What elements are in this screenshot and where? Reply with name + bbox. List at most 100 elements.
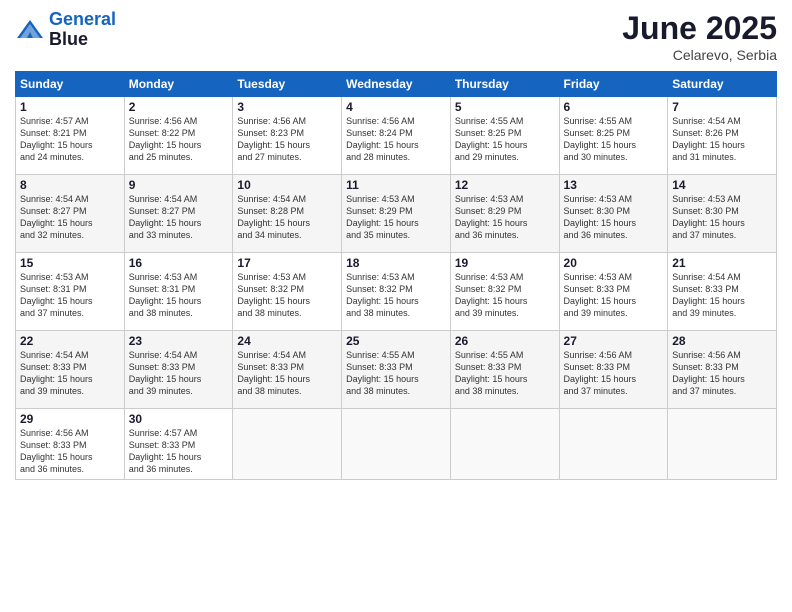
day-number: 9 bbox=[129, 178, 229, 192]
day-info: Sunrise: 4:56 AM Sunset: 8:33 PM Dayligh… bbox=[672, 349, 772, 398]
day-info: Sunrise: 4:56 AM Sunset: 8:23 PM Dayligh… bbox=[237, 115, 337, 164]
day-info: Sunrise: 4:53 AM Sunset: 8:30 PM Dayligh… bbox=[564, 193, 664, 242]
day-number: 1 bbox=[20, 100, 120, 114]
table-row: 18Sunrise: 4:53 AM Sunset: 8:32 PM Dayli… bbox=[342, 253, 451, 331]
title-block: June 2025 Celarevo, Serbia bbox=[622, 10, 777, 63]
table-row bbox=[233, 409, 342, 480]
month-title: June 2025 bbox=[622, 10, 777, 47]
day-number: 5 bbox=[455, 100, 555, 114]
day-number: 26 bbox=[455, 334, 555, 348]
day-number: 19 bbox=[455, 256, 555, 270]
day-number: 30 bbox=[129, 412, 229, 426]
col-sunday: Sunday bbox=[16, 72, 125, 97]
day-info: Sunrise: 4:53 AM Sunset: 8:32 PM Dayligh… bbox=[455, 271, 555, 320]
table-row: 28Sunrise: 4:56 AM Sunset: 8:33 PM Dayli… bbox=[668, 331, 777, 409]
day-number: 25 bbox=[346, 334, 446, 348]
table-row: 7Sunrise: 4:54 AM Sunset: 8:26 PM Daylig… bbox=[668, 97, 777, 175]
table-row bbox=[559, 409, 668, 480]
table-row: 26Sunrise: 4:55 AM Sunset: 8:33 PM Dayli… bbox=[450, 331, 559, 409]
table-row: 15Sunrise: 4:53 AM Sunset: 8:31 PM Dayli… bbox=[16, 253, 125, 331]
day-info: Sunrise: 4:53 AM Sunset: 8:30 PM Dayligh… bbox=[672, 193, 772, 242]
table-row: 29Sunrise: 4:56 AM Sunset: 8:33 PM Dayli… bbox=[16, 409, 125, 480]
table-row: 20Sunrise: 4:53 AM Sunset: 8:33 PM Dayli… bbox=[559, 253, 668, 331]
table-row: 19Sunrise: 4:53 AM Sunset: 8:32 PM Dayli… bbox=[450, 253, 559, 331]
table-row: 21Sunrise: 4:54 AM Sunset: 8:33 PM Dayli… bbox=[668, 253, 777, 331]
day-info: Sunrise: 4:56 AM Sunset: 8:33 PM Dayligh… bbox=[20, 427, 120, 476]
col-monday: Monday bbox=[124, 72, 233, 97]
table-row: 12Sunrise: 4:53 AM Sunset: 8:29 PM Dayli… bbox=[450, 175, 559, 253]
table-row: 14Sunrise: 4:53 AM Sunset: 8:30 PM Dayli… bbox=[668, 175, 777, 253]
logo-icon bbox=[15, 18, 45, 42]
day-info: Sunrise: 4:53 AM Sunset: 8:31 PM Dayligh… bbox=[129, 271, 229, 320]
calendar-header-row: Sunday Monday Tuesday Wednesday Thursday… bbox=[16, 72, 777, 97]
table-row: 30Sunrise: 4:57 AM Sunset: 8:33 PM Dayli… bbox=[124, 409, 233, 480]
day-number: 24 bbox=[237, 334, 337, 348]
day-number: 28 bbox=[672, 334, 772, 348]
header: General Blue June 2025 Celarevo, Serbia bbox=[15, 10, 777, 63]
col-thursday: Thursday bbox=[450, 72, 559, 97]
day-info: Sunrise: 4:53 AM Sunset: 8:33 PM Dayligh… bbox=[564, 271, 664, 320]
day-number: 2 bbox=[129, 100, 229, 114]
day-info: Sunrise: 4:53 AM Sunset: 8:32 PM Dayligh… bbox=[237, 271, 337, 320]
col-wednesday: Wednesday bbox=[342, 72, 451, 97]
day-number: 17 bbox=[237, 256, 337, 270]
table-row: 13Sunrise: 4:53 AM Sunset: 8:30 PM Dayli… bbox=[559, 175, 668, 253]
table-row: 23Sunrise: 4:54 AM Sunset: 8:33 PM Dayli… bbox=[124, 331, 233, 409]
col-saturday: Saturday bbox=[668, 72, 777, 97]
day-info: Sunrise: 4:55 AM Sunset: 8:25 PM Dayligh… bbox=[455, 115, 555, 164]
day-number: 12 bbox=[455, 178, 555, 192]
logo-text: General Blue bbox=[49, 10, 116, 50]
day-info: Sunrise: 4:55 AM Sunset: 8:25 PM Dayligh… bbox=[564, 115, 664, 164]
day-number: 14 bbox=[672, 178, 772, 192]
table-row: 24Sunrise: 4:54 AM Sunset: 8:33 PM Dayli… bbox=[233, 331, 342, 409]
day-info: Sunrise: 4:54 AM Sunset: 8:27 PM Dayligh… bbox=[20, 193, 120, 242]
day-number: 23 bbox=[129, 334, 229, 348]
day-number: 6 bbox=[564, 100, 664, 114]
day-info: Sunrise: 4:56 AM Sunset: 8:33 PM Dayligh… bbox=[564, 349, 664, 398]
day-info: Sunrise: 4:54 AM Sunset: 8:26 PM Dayligh… bbox=[672, 115, 772, 164]
day-info: Sunrise: 4:55 AM Sunset: 8:33 PM Dayligh… bbox=[455, 349, 555, 398]
day-info: Sunrise: 4:53 AM Sunset: 8:29 PM Dayligh… bbox=[455, 193, 555, 242]
logo-line2: Blue bbox=[49, 30, 116, 50]
table-row: 6Sunrise: 4:55 AM Sunset: 8:25 PM Daylig… bbox=[559, 97, 668, 175]
col-tuesday: Tuesday bbox=[233, 72, 342, 97]
day-number: 15 bbox=[20, 256, 120, 270]
day-number: 21 bbox=[672, 256, 772, 270]
day-info: Sunrise: 4:54 AM Sunset: 8:33 PM Dayligh… bbox=[237, 349, 337, 398]
day-info: Sunrise: 4:54 AM Sunset: 8:27 PM Dayligh… bbox=[129, 193, 229, 242]
table-row bbox=[450, 409, 559, 480]
table-row: 3Sunrise: 4:56 AM Sunset: 8:23 PM Daylig… bbox=[233, 97, 342, 175]
day-number: 7 bbox=[672, 100, 772, 114]
page: General Blue June 2025 Celarevo, Serbia … bbox=[0, 0, 792, 612]
day-number: 13 bbox=[564, 178, 664, 192]
day-number: 11 bbox=[346, 178, 446, 192]
day-info: Sunrise: 4:57 AM Sunset: 8:21 PM Dayligh… bbox=[20, 115, 120, 164]
logo-line1: General bbox=[49, 9, 116, 29]
day-number: 3 bbox=[237, 100, 337, 114]
day-info: Sunrise: 4:54 AM Sunset: 8:33 PM Dayligh… bbox=[20, 349, 120, 398]
day-info: Sunrise: 4:53 AM Sunset: 8:29 PM Dayligh… bbox=[346, 193, 446, 242]
day-info: Sunrise: 4:54 AM Sunset: 8:28 PM Dayligh… bbox=[237, 193, 337, 242]
location: Celarevo, Serbia bbox=[622, 47, 777, 63]
day-number: 4 bbox=[346, 100, 446, 114]
day-number: 10 bbox=[237, 178, 337, 192]
day-number: 20 bbox=[564, 256, 664, 270]
table-row bbox=[668, 409, 777, 480]
day-number: 18 bbox=[346, 256, 446, 270]
table-row: 25Sunrise: 4:55 AM Sunset: 8:33 PM Dayli… bbox=[342, 331, 451, 409]
table-row: 27Sunrise: 4:56 AM Sunset: 8:33 PM Dayli… bbox=[559, 331, 668, 409]
day-info: Sunrise: 4:54 AM Sunset: 8:33 PM Dayligh… bbox=[672, 271, 772, 320]
table-row: 22Sunrise: 4:54 AM Sunset: 8:33 PM Dayli… bbox=[16, 331, 125, 409]
day-number: 27 bbox=[564, 334, 664, 348]
day-number: 16 bbox=[129, 256, 229, 270]
table-row: 4Sunrise: 4:56 AM Sunset: 8:24 PM Daylig… bbox=[342, 97, 451, 175]
table-row: 16Sunrise: 4:53 AM Sunset: 8:31 PM Dayli… bbox=[124, 253, 233, 331]
day-info: Sunrise: 4:53 AM Sunset: 8:31 PM Dayligh… bbox=[20, 271, 120, 320]
table-row: 5Sunrise: 4:55 AM Sunset: 8:25 PM Daylig… bbox=[450, 97, 559, 175]
table-row: 11Sunrise: 4:53 AM Sunset: 8:29 PM Dayli… bbox=[342, 175, 451, 253]
day-number: 29 bbox=[20, 412, 120, 426]
table-row: 2Sunrise: 4:56 AM Sunset: 8:22 PM Daylig… bbox=[124, 97, 233, 175]
day-info: Sunrise: 4:56 AM Sunset: 8:24 PM Dayligh… bbox=[346, 115, 446, 164]
table-row: 8Sunrise: 4:54 AM Sunset: 8:27 PM Daylig… bbox=[16, 175, 125, 253]
day-number: 8 bbox=[20, 178, 120, 192]
